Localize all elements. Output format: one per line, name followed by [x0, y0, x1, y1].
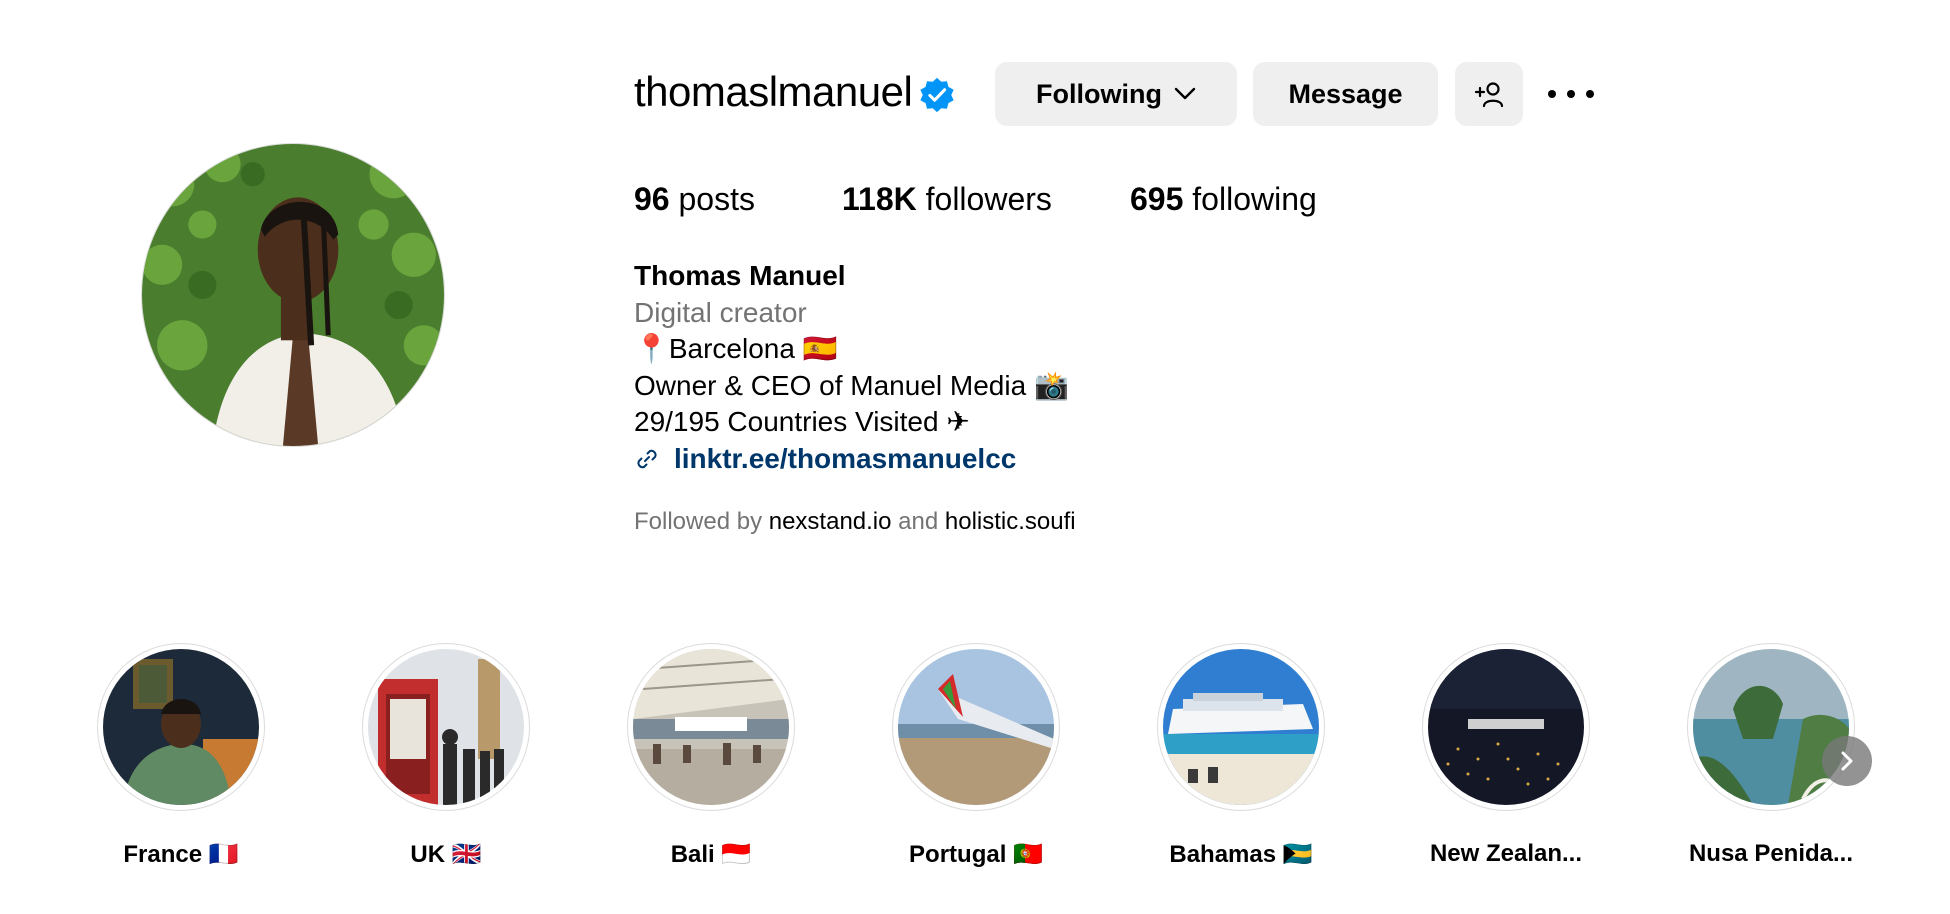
highlight-new-zealand[interactable]: New Zealan... [1421, 643, 1591, 868]
followed-by-user[interactable]: nexstand.io [769, 508, 892, 535]
highlight-label: UK 🇬🇧 [410, 841, 482, 868]
highlight-bahamas-thumbnail [1163, 649, 1319, 805]
posts-label: posts [678, 181, 755, 217]
followed-by-user[interactable]: holistic.soufi [945, 508, 1076, 535]
verified-badge-icon [920, 77, 954, 113]
message-button[interactable]: Message [1253, 62, 1438, 126]
highlight-new-zealand-thumbnail [1428, 649, 1584, 805]
bio: Thomas Manuel Digital creator 📍Barcelona… [634, 258, 1434, 477]
display-name: Thomas Manuel [634, 260, 846, 291]
followers-count: 118K [842, 181, 917, 217]
bio-link[interactable]: linktr.ee/thomasmanuelcc [674, 441, 1016, 478]
bio-line: 📍Barcelona 🇪🇸 [634, 333, 838, 364]
bio-link-row[interactable]: linktr.ee/thomasmanuelcc [634, 441, 1434, 478]
chevron-right-icon [1841, 751, 1853, 771]
highlight-bali-thumbnail [633, 649, 789, 805]
bio-line: Owner & CEO of Manuel Media 📸 [634, 369, 1069, 401]
suggest-users-button[interactable] [1455, 62, 1523, 126]
profile-avatar[interactable] [141, 143, 445, 447]
highlight-france[interactable]: France 🇫🇷 [96, 643, 266, 869]
category-label: Digital creator [634, 296, 807, 328]
highlight-bali[interactable]: Bali 🇮🇩 [626, 643, 796, 869]
highlight-label: New Zealan... [1429, 840, 1583, 867]
username: thomaslmanuel [634, 68, 913, 115]
followers-stat[interactable]: 118K followers [842, 181, 1052, 218]
chevron-down-icon [1174, 87, 1196, 100]
following-label: following [1192, 181, 1317, 217]
followed-by-conjunction: and [898, 508, 939, 535]
link-icon [637, 449, 657, 468]
highlight-france-thumbnail [103, 649, 259, 805]
highlights-next-button[interactable] [1822, 736, 1872, 786]
highlight-uk-thumbnail [368, 649, 524, 805]
highlight-label: France 🇫🇷 [123, 841, 239, 868]
more-options-icon[interactable] [1548, 78, 1594, 110]
following-stat[interactable]: 695 following [1130, 181, 1317, 218]
posts-stat: 96 posts [634, 181, 755, 218]
highlight-label: Portugal 🇵🇹 [909, 841, 1043, 868]
highlight-label: Bali 🇮🇩 [670, 841, 752, 868]
profile-photo [142, 144, 444, 446]
followed-by-prefix: Followed by [634, 508, 763, 535]
highlight-bahamas[interactable]: Bahamas 🇧🇸 [1156, 643, 1326, 869]
posts-count: 96 [634, 181, 670, 217]
message-button-label: Message [1288, 78, 1403, 109]
followed-by[interactable]: Followed by nexstand.io and holistic.sou… [634, 508, 1076, 536]
add-user-icon [1474, 82, 1504, 108]
following-button-label: Following [1036, 78, 1162, 109]
following-count: 695 [1130, 181, 1184, 217]
highlight-label: Nusa Penida... [1688, 840, 1854, 867]
highlight-nusa-penida-thumbnail [1693, 649, 1849, 805]
bio-line: 29/195 Countries Visited ✈ [634, 406, 970, 437]
following-button[interactable]: Following [995, 62, 1237, 126]
followers-label: followers [925, 181, 1052, 217]
highlight-uk[interactable]: UK 🇬🇧 [361, 643, 531, 869]
highlight-label: Bahamas 🇧🇸 [1169, 841, 1313, 868]
highlight-portugal[interactable]: Portugal 🇵🇹 [891, 643, 1061, 869]
highlight-portugal-thumbnail [898, 649, 1054, 805]
